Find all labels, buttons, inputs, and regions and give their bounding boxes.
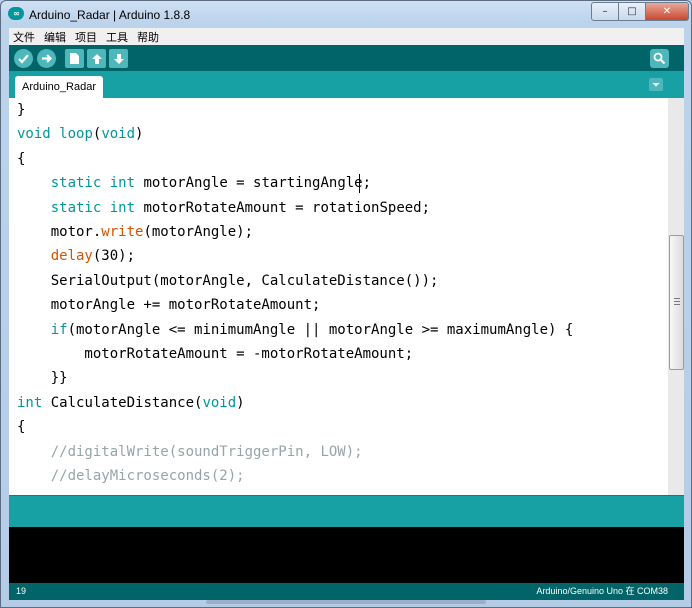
grip-line: [674, 298, 680, 299]
minimize-icon[interactable]: –: [591, 2, 619, 21]
grip-line: [674, 304, 680, 305]
verify-icon[interactable]: [14, 49, 33, 68]
message-area: [9, 495, 684, 527]
toolbar: [9, 45, 684, 71]
window-title: Arduino_Radar | Arduino 1.8.8: [29, 8, 191, 22]
new-icon[interactable]: [65, 49, 84, 68]
grip-line: [674, 301, 680, 302]
scrollbar-thumb[interactable]: [669, 235, 684, 370]
menu-bar: 文件 编辑 项目 工具 帮助: [9, 28, 684, 45]
console-output[interactable]: [9, 527, 684, 583]
open-icon[interactable]: [87, 49, 106, 68]
menu-edit[interactable]: 编辑: [40, 29, 71, 45]
serial-monitor-icon[interactable]: [650, 49, 669, 68]
upload-icon[interactable]: [37, 49, 56, 68]
taskbar-preview: [206, 600, 486, 604]
status-board-port: Arduino/Genuino Uno 在 COM38: [536, 586, 668, 596]
code-editor[interactable]: } void loop(void) { static int motorAngl…: [9, 98, 668, 495]
window-controls: – □ ✕: [591, 2, 689, 21]
code-text: } void loop(void) { static int motorAngl…: [17, 102, 574, 485]
text-cursor: [359, 174, 360, 193]
menu-tools[interactable]: 工具: [102, 29, 133, 45]
arduino-logo-icon: ∞: [8, 7, 24, 20]
editor-scrollbar[interactable]: [668, 98, 684, 495]
save-icon[interactable]: [109, 49, 128, 68]
menu-file[interactable]: 文件: [9, 29, 40, 45]
menu-sketch[interactable]: 项目: [71, 29, 102, 45]
app-window: ∞ Arduino_Radar | Arduino 1.8.8 – □ ✕ 文件…: [0, 0, 692, 608]
status-bar: 19 Arduino/Genuino Uno 在 COM38: [9, 583, 684, 600]
tab-bar: Arduino_Radar: [9, 71, 684, 98]
status-line-number: 19: [16, 586, 27, 596]
tab-arduino-radar[interactable]: Arduino_Radar: [15, 76, 103, 98]
close-icon[interactable]: ✕: [646, 2, 689, 21]
tab-menu-icon[interactable]: [649, 78, 663, 91]
menu-help[interactable]: 帮助: [133, 29, 164, 45]
title-bar[interactable]: ∞ Arduino_Radar | Arduino 1.8.8 – □ ✕: [1, 1, 692, 27]
maximize-icon[interactable]: □: [619, 2, 646, 21]
